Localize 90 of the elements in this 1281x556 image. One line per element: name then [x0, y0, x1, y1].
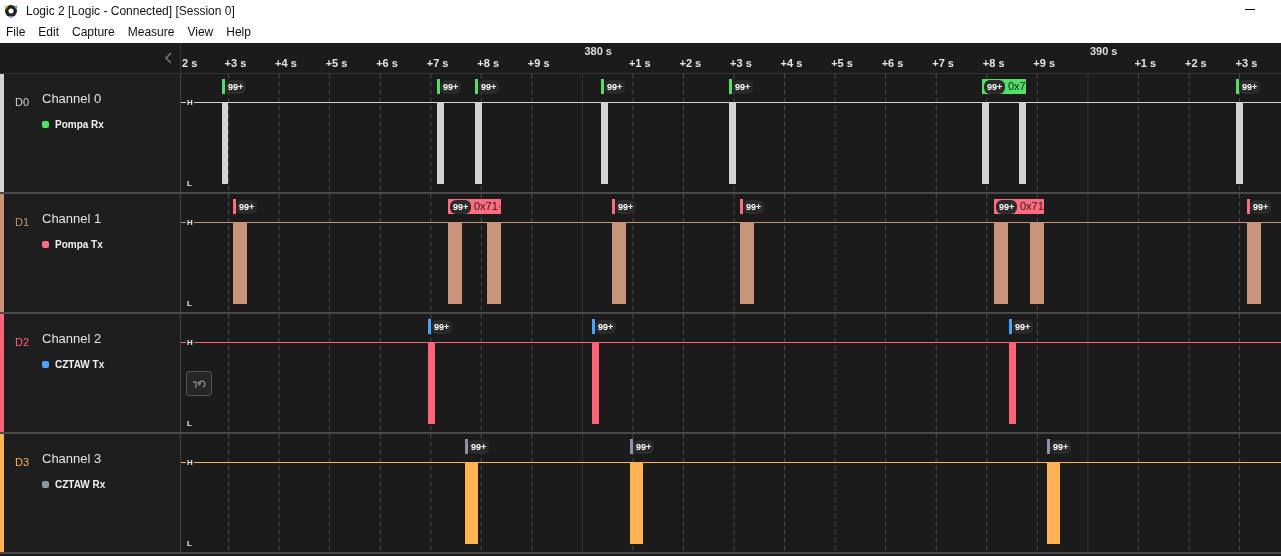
channel-header[interactable]: D2 Channel 2 CZTAW Tx — [0, 314, 181, 432]
count-badge: 99+ — [633, 440, 655, 454]
count-badge: 99+ — [743, 200, 765, 214]
menu-item[interactable]: Measure — [127, 25, 175, 39]
decoder-marker[interactable] — [222, 79, 225, 94]
channel-header[interactable]: D3 Channel 3 CZTAW Rx — [0, 434, 181, 552]
channel-name: Channel 1 — [42, 211, 102, 226]
decoder-marker[interactable] — [601, 79, 604, 94]
high-level-label: H — [186, 218, 194, 227]
count-badge: 99+ — [225, 80, 247, 94]
time-tick-label: +2 s — [679, 57, 702, 69]
decoder-marker[interactable] — [740, 199, 743, 214]
time-tick-label: +4 s — [275, 57, 297, 69]
channel-id: D1 — [15, 216, 30, 228]
decoder-marker[interactable] — [437, 79, 440, 94]
minimize-icon[interactable] — [1245, 9, 1255, 11]
count-badge: 99+ — [478, 80, 500, 94]
decoder-marker[interactable] — [233, 199, 236, 214]
count-badge: 99+ — [1050, 440, 1072, 454]
time-tick-label: +6 s — [376, 57, 398, 69]
time-tick-label: +7 s — [932, 57, 954, 69]
glitch-filter-button[interactable] — [186, 371, 212, 396]
channel-id: D3 — [15, 456, 30, 468]
channel-name: Channel 3 — [42, 451, 102, 466]
collapse-chevron-icon[interactable] — [165, 52, 172, 64]
menu-item[interactable]: Capture — [72, 25, 115, 39]
count-badge: 99+ — [236, 200, 258, 214]
decoder-marker[interactable] — [1247, 199, 1250, 214]
decoder-marker[interactable] — [1009, 319, 1012, 334]
count-badge: 99+ — [1250, 200, 1272, 214]
decoder-marker[interactable] — [1236, 79, 1239, 94]
menu-item[interactable]: View — [187, 25, 214, 39]
analyzer-name: Pompa Rx — [55, 119, 104, 130]
decoder-marker[interactable] — [465, 439, 468, 454]
high-level-label: H — [186, 98, 194, 107]
decoder-marker[interactable] — [612, 199, 615, 214]
time-tick-label: +8 s — [982, 57, 1005, 69]
time-tick-label: +3 s — [1235, 57, 1258, 69]
count-badge: 99+ — [440, 80, 462, 94]
step-undo-icon — [192, 378, 206, 389]
app-logo-icon — [4, 3, 18, 18]
time-tick-label: +5 s — [831, 57, 853, 69]
time-major-label: 380 s — [584, 45, 612, 57]
time-tick-label: +8 s — [477, 57, 499, 69]
decoder-marker[interactable] — [729, 79, 732, 94]
time-tick-label: +4 s — [780, 57, 803, 69]
count-badge: 99+ — [1012, 320, 1034, 334]
high-level-label: H — [186, 458, 194, 467]
window-title: Logic 2 [Logic - Connected] [Session 0] — [26, 3, 235, 18]
time-tick-label: +9 s — [527, 57, 550, 69]
low-level-label: L — [186, 299, 193, 308]
time-tick-label: +5 s — [325, 57, 348, 69]
decoder-marker[interactable] — [1047, 439, 1050, 454]
analyzer-name: CZTAW Tx — [55, 359, 105, 370]
analyzer-name: Pompa Tx — [55, 239, 103, 250]
decoder-marker[interactable] — [475, 79, 478, 94]
channel-header[interactable]: D1 Channel 1 Pompa Tx — [0, 194, 181, 312]
time-tick-label: +7 s — [426, 57, 449, 69]
time-tick-label: +1 s — [1134, 57, 1157, 69]
count-badge: 99+ — [732, 80, 754, 94]
count-badge: 99+ — [468, 440, 490, 454]
count-badge: 99+ — [615, 200, 637, 214]
high-level-label: H — [186, 338, 194, 347]
menu-item[interactable]: File — [6, 25, 26, 39]
time-tick-label: +1 s — [628, 57, 651, 69]
channel-name: Channel 2 — [42, 331, 102, 346]
time-tick-label: +3 s — [730, 57, 752, 69]
time-tick-label: 2 s — [182, 57, 198, 69]
channel-id: D2 — [15, 336, 30, 348]
time-tick-label: +9 s — [1033, 57, 1056, 69]
count-badge: 99+ — [595, 320, 617, 334]
low-level-label: L — [186, 419, 193, 428]
count-badge: 99+ — [431, 320, 453, 334]
decoder-marker[interactable] — [592, 319, 595, 334]
count-badge: 99+ — [1239, 80, 1261, 94]
menu-item[interactable]: Help — [226, 25, 251, 39]
time-tick-label: +6 s — [881, 57, 904, 69]
time-tick-label: +3 s — [224, 57, 247, 69]
low-level-label: L — [186, 539, 193, 548]
time-tick-label: +2 s — [1185, 57, 1207, 69]
channel-id: D0 — [15, 96, 30, 108]
analyzer-name: CZTAW Rx — [55, 479, 106, 490]
channel-name: Channel 0 — [42, 91, 102, 106]
time-major-label: 390 s — [1089, 45, 1118, 57]
menu-item[interactable]: Edit — [38, 25, 60, 39]
channel-header[interactable]: D0 Channel 0 Pompa Rx — [0, 74, 181, 192]
decoder-marker[interactable] — [428, 319, 431, 334]
low-level-label: L — [186, 179, 193, 188]
decoder-marker[interactable] — [630, 439, 633, 454]
count-badge: 99+ — [604, 80, 626, 94]
